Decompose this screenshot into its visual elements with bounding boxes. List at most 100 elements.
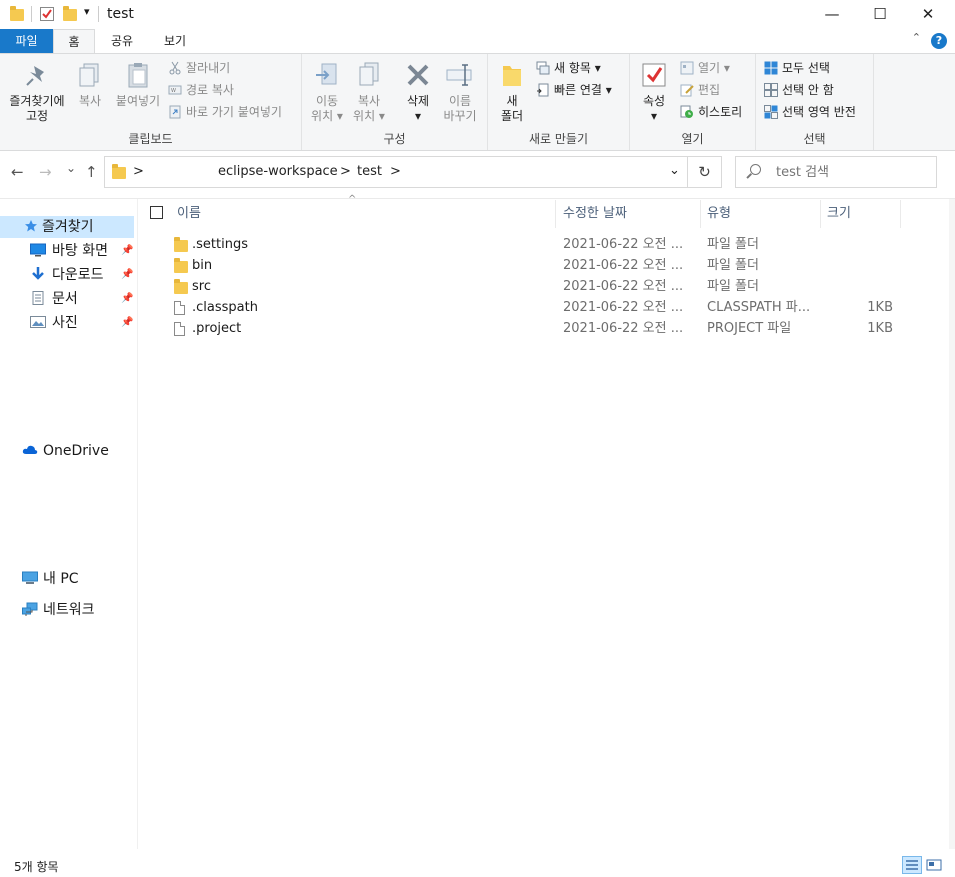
pin-quick-access-button[interactable]: 즐겨찾기에 고정 [4,60,70,124]
paste-icon [123,60,153,90]
paste-button[interactable]: 붙여넣기 [112,60,164,109]
pin-icon[interactable]: 📌 [121,317,133,328]
column-header-date[interactable]: 수정한 날짜 [557,200,701,228]
breadcrumb-separator[interactable]: > [133,164,144,179]
new-item-button[interactable]: 새 항목 ▾ [536,58,601,78]
up-button[interactable]: ↑ [85,163,98,181]
paste-shortcut-icon [168,105,182,119]
open-icon [680,61,694,75]
recent-locations-button[interactable]: ⌄ [66,161,76,175]
nav-item-label: 바탕 화면 [52,243,108,259]
file-row[interactable]: src 2021-06-22 오전 ... 파일 폴더 [170,276,900,297]
maximize-button[interactable]: ☐ [856,0,904,28]
new-item-label: 새 항목 ▾ [554,61,601,75]
open-group-label: 열기 [681,132,704,146]
address-dropdown-button[interactable]: ⌄ [669,163,680,178]
tab-view[interactable]: 보기 [152,29,198,53]
folder-icon [174,258,188,273]
paste-shortcut-button[interactable]: 바로 가기 붙여넣기 [168,102,282,122]
paste-shortcut-label: 바로 가기 붙여넣기 [186,105,282,119]
column-header-name[interactable]: 이름 [170,200,556,228]
file-row[interactable]: .classpath 2021-06-22 오전 ... CLASSPATH 파..… [170,297,900,318]
invert-selection-button[interactable]: 선택 영역 반전 [764,102,856,122]
back-button[interactable]: ← [11,163,24,181]
new-folder-quick-icon[interactable] [63,6,77,21]
copy-path-label: 경로 복사 [186,83,234,97]
file-date: 2021-06-22 오전 ... [563,321,684,336]
nav-item-network[interactable]: 네트워크 [22,599,95,621]
address-bar[interactable]: > eclipse-workspace > test > ⌄ [104,156,688,188]
file-size [820,234,893,255]
new-folder-button[interactable]: 새 폴더 [494,60,530,124]
title-bar: ▾ test — ☐ ✕ [0,0,955,30]
nav-item-label: 네트워크 [43,602,95,618]
file-row[interactable]: .project 2021-06-22 오전 ... PROJECT 파일 1KB [170,318,900,339]
breadcrumb-test[interactable]: test [357,164,382,179]
copy-button[interactable]: 복사 [72,60,108,109]
tab-file[interactable]: 파일 [0,29,53,53]
nav-item-this-pc[interactable]: 내 PC [22,568,79,590]
copy-path-button[interactable]: W 경로 복사 [168,80,234,100]
tab-share[interactable]: 공유 [98,29,146,53]
pin-icon[interactable]: 📌 [121,293,133,304]
file-name: src [192,279,211,294]
forward-button[interactable]: → [39,163,52,181]
history-button[interactable]: 히스토리 [680,102,742,122]
select-group: 모두 선택 선택 안 함 선택 영역 반전 선택 [756,54,874,150]
nav-item-downloads[interactable]: 다운로드 [30,264,104,286]
breadcrumb-separator[interactable]: > [340,164,351,179]
search-box[interactable] [735,156,937,188]
file-date: 2021-06-22 오전 ... [563,258,684,273]
help-button[interactable]: ? [931,33,947,49]
pin-icon[interactable]: 📌 [121,245,133,256]
cut-button[interactable]: 잘라내기 [168,58,230,78]
rename-label-1: 이름 [448,94,472,108]
star-icon [24,218,38,232]
copy-to-button[interactable]: 복사 위치 ▾ [348,60,390,124]
nav-item-pictures[interactable]: 사진 [30,312,78,334]
file-row[interactable]: bin 2021-06-22 오전 ... 파일 폴더 [170,255,900,276]
tab-home[interactable]: 홈 [53,29,95,53]
breadcrumb-separator[interactable]: > [390,164,401,179]
nav-item-quick-access[interactable]: 즐겨찾기 [0,216,134,238]
close-button[interactable]: ✕ [904,0,952,28]
minimize-button[interactable]: — [808,0,856,28]
move-to-button[interactable]: 이동 위치 ▾ [306,60,348,124]
breadcrumb-eclipse-workspace[interactable]: eclipse-workspace [218,164,338,179]
column-header-size[interactable]: 크기 [821,200,901,228]
nav-item-documents[interactable]: 문서 [30,288,78,310]
ribbon-collapse-button[interactable]: ⌃ [912,31,921,44]
select-all-button[interactable]: 모두 선택 [764,58,830,78]
file-size [820,255,893,276]
rename-button[interactable]: 이름 바꾸기 [440,60,480,124]
paste-label: 붙여넣기 [115,94,161,108]
refresh-button[interactable]: ↻ [688,156,722,188]
open-button[interactable]: 열기 ▾ [680,58,730,78]
edit-button[interactable]: 편집 [680,80,720,100]
nav-item-desktop[interactable]: 바탕 화면 [30,240,108,262]
folder-icon [10,6,24,21]
file-row[interactable]: .settings 2021-06-22 오전 ... 파일 폴더 [170,234,900,255]
file-date: 2021-06-22 오전 ... [563,300,684,315]
new-item-icon [536,61,550,75]
quick-access-dropdown[interactable]: ▾ [84,5,90,23]
move-to-icon [312,60,342,90]
easy-access-button[interactable]: 빠른 연결 ▾ [536,80,612,100]
column-header-type[interactable]: 유형 [701,200,821,228]
select-none-button[interactable]: 선택 안 함 [764,80,834,100]
new-group: 새 폴더 새 항목 ▾ 빠른 연결 ▾ 새로 만들기 [488,54,630,150]
large-icons-view-button[interactable] [924,856,944,874]
file-date: 2021-06-22 오전 ... [563,237,684,252]
delete-button[interactable]: 삭제 ▾ [398,60,438,124]
pin-icon[interactable]: 📌 [121,269,133,280]
properties-quick-icon[interactable] [40,7,54,21]
select-all-checkbox[interactable] [150,206,163,219]
search-input[interactable] [776,165,926,180]
invert-selection-icon [764,105,778,119]
vertical-scrollbar[interactable] [949,199,955,849]
details-view-button[interactable] [902,856,922,874]
nav-item-onedrive[interactable]: OneDrive [22,440,109,462]
network-icon [22,601,38,616]
file-type: 파일 폴더 [707,237,759,252]
properties-button[interactable]: 속성 ▾ [636,60,672,124]
